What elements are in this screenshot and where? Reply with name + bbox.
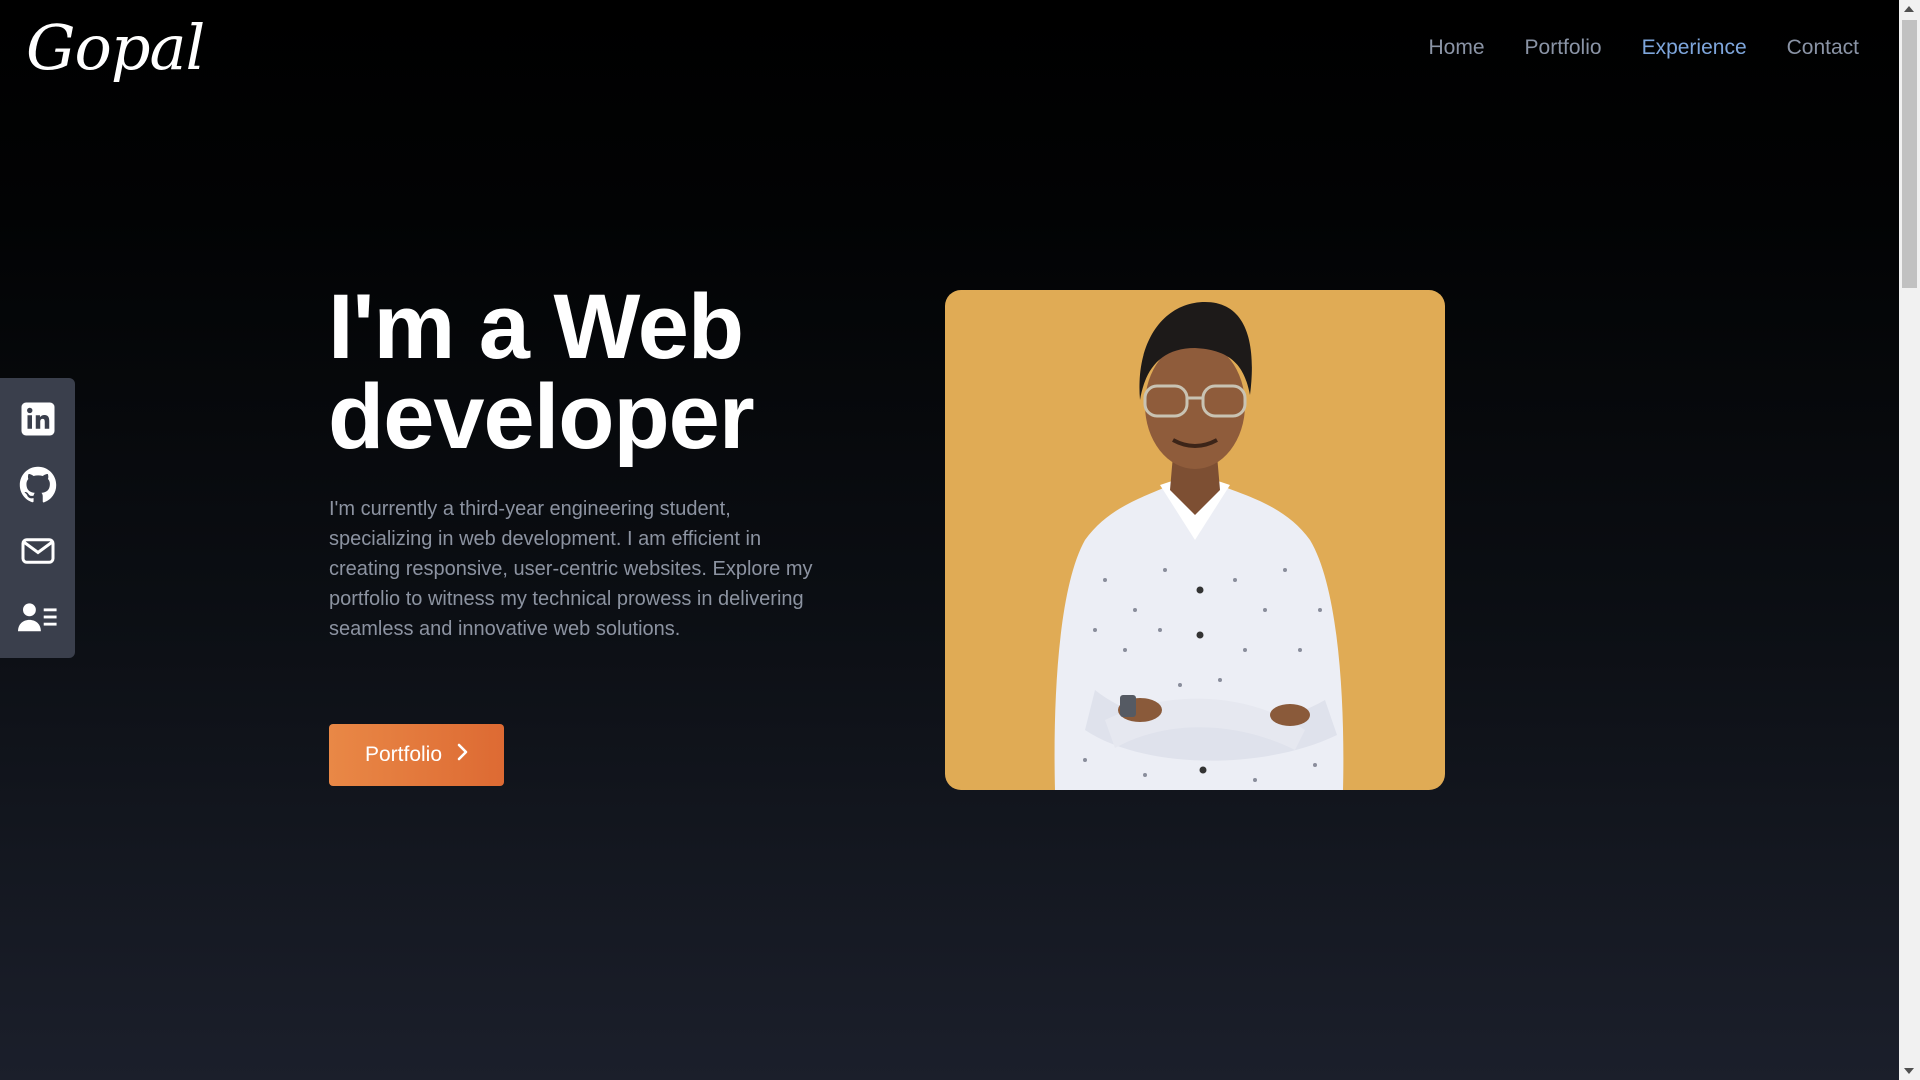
mail-icon[interactable] [18, 531, 58, 571]
linkedin-icon[interactable] [18, 399, 58, 439]
nav-contact[interactable]: Contact [1787, 36, 1859, 60]
profile-photo [945, 290, 1445, 790]
social-sidebar [0, 378, 75, 658]
main-nav: Home Portfolio Experience Contact [1428, 36, 1859, 60]
logo[interactable]: Gopal [26, 8, 205, 88]
hero-intro: I'm currently a third-year engineering s… [329, 498, 813, 640]
scroll-up-arrow-icon[interactable] [1904, 6, 1914, 12]
nav-portfolio[interactable]: Portfolio [1525, 36, 1602, 60]
chevron-right-icon [456, 743, 468, 767]
headline-line-1: I'm a Web [328, 276, 744, 378]
portfolio-button[interactable]: Portfolio [329, 724, 504, 786]
portfolio-button-label: Portfolio [364, 743, 443, 766]
headline-line-2: developer [328, 366, 755, 468]
page: Gopal Home Portfolio Experience Contact [0, 0, 1899, 1080]
scrollbar-thumb[interactable] [1902, 20, 1917, 288]
scroll-down-arrow-icon[interactable] [1904, 1068, 1914, 1074]
nav-home[interactable]: Home [1428, 36, 1484, 60]
github-icon[interactable] [18, 465, 58, 505]
resume-icon[interactable] [17, 597, 58, 637]
nav-experience[interactable]: Experience [1642, 36, 1747, 60]
hero-headline: I'm a Web developer [328, 281, 888, 463]
page-scrollbar[interactable] [1899, 0, 1920, 1080]
